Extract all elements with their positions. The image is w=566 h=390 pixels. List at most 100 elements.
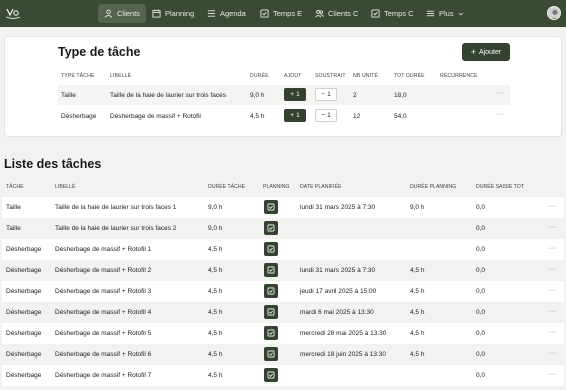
more-options-icon[interactable]: ··· [548,224,557,231]
duree-saisie-cell: 0,0 [476,351,486,358]
tot-duree-cell: 18,0 [394,91,407,99]
tache-cell: Désherbage [6,288,42,295]
date-planifiee-cell: mardi 6 mai 2025 à 13:30 [300,309,374,316]
decrement-value: 1 [327,91,331,98]
plus-icon: + [290,91,295,98]
duree-saisie-cell: 0,0 [476,288,486,295]
planning-icon[interactable] [264,305,278,319]
table-row: Désherbage Désherbage de massif + Rotofil… [2,239,564,260]
duree-planning-cell: 4,5 h [410,267,425,274]
planning-icon[interactable] [264,263,278,277]
tache-cell: Désherbage [6,330,42,337]
libelle-cell: Taille de la haie de laurier sur trois f… [110,91,226,99]
tot-duree-cell: 54,0 [394,112,407,120]
nav-item-planning[interactable]: Planning [146,4,200,23]
header-recurrence: RÉCURRENCE [440,73,478,79]
more-options-icon[interactable]: ··· [548,308,557,315]
planning-icon[interactable] [264,242,278,256]
nb-unite-cell: 2 [353,91,357,99]
header-tot-duree: TOT DURÉE [394,73,425,79]
task-type-card: Type de tâche + Ajouter TYPE TÂCHE LIBEL… [4,36,562,137]
tache-cell: Taille [6,225,21,232]
nav-item-temps-e[interactable]: Temps E [254,4,308,23]
type-cell: Taille [61,91,76,99]
libelle-cell: Désherbage de massif + Rotofil 2 [55,267,152,274]
duree-saisie-cell: 0,0 [476,330,486,337]
more-options-icon[interactable]: ··· [548,371,557,378]
user-icon [104,9,113,18]
duree-saisie-cell: 0,0 [476,246,486,253]
nav-item-label: Agenda [220,9,246,18]
libelle-cell: Désherbage de massif + Rotofil 5 [55,330,152,337]
planning-icon[interactable] [264,221,278,235]
tache-cell: Désherbage [6,372,42,379]
task-list-title: Liste des tâches [4,157,102,171]
increment-value: 1 [296,112,300,119]
table-row: Désherbage Désherbage de massif + Rotofil… [2,302,564,323]
increment-button[interactable]: +1 [284,109,306,122]
duree-saisie-cell: 0,0 [476,267,486,274]
nav-item-plus[interactable]: Plus [420,4,470,23]
nav-item-agenda[interactable]: Agenda [201,4,252,23]
more-options-icon[interactable]: ··· [548,350,557,357]
libelle-cell: Désherbage de massif + Rotofil 7 [55,372,152,379]
table-row: Taille Taille de la haie de laurier sur t… [2,197,564,218]
planning-icon[interactable] [264,200,278,214]
planning-icon[interactable] [264,284,278,298]
duree-tache-cell: 4,5 h [208,351,223,358]
header-soustrait: SOUSTRAIT [315,73,346,79]
date-planifiee-cell: lundi 31 mars 2025 à 7:30 [300,204,376,211]
duree-saisie-cell: 0,0 [476,204,486,211]
minus-icon: − [321,112,326,119]
header-date-planifiee: DATE PLANIFIÉE [300,184,342,190]
duree-cell: 9,0 h [250,91,265,99]
planning-icon[interactable] [264,347,278,361]
nav-item-label: Clients C [328,9,359,18]
table-row: Désherbage Désherbage de massif + Rotofil… [2,365,564,386]
decrement-button[interactable]: −1 [315,109,337,122]
header-type: TYPE TÂCHE [61,73,95,79]
increment-value: 1 [296,91,300,98]
duree-tache-cell: 4,5 h [208,330,223,337]
tache-cell: Désherbage [6,309,42,316]
logo-icon[interactable] [5,6,21,20]
planning-icon[interactable] [264,326,278,340]
more-options-icon[interactable]: ··· [548,245,557,252]
nav-item-clients[interactable]: Clients [98,4,146,23]
tache-cell: Désherbage [6,267,42,274]
duree-tache-cell: 4,5 h [208,288,223,295]
more-options-icon[interactable]: ··· [548,266,557,273]
duree-tache-cell: 4,5 h [208,246,223,253]
nav-item-clients-c[interactable]: Clients C [309,4,364,23]
plus-icon: + [470,47,477,57]
date-planifiee-cell: jeudi 17 avril 2025 à 15:00 [300,288,377,295]
timesheet-icon [260,9,269,18]
header-duree-saisie: DURÉE SAISIE TOT [476,184,524,190]
task-type-row: Désherbage Désherbage de massif + Rotofi… [58,106,510,126]
date-planifiee-cell: mercredi 28 mai 2025 à 13:30 [300,330,387,337]
duree-planning-cell: 9,0 h [410,204,425,211]
duree-saisie-cell: 0,0 [476,225,486,232]
more-options-icon[interactable]: ··· [548,203,557,210]
more-options-icon[interactable]: ··· [548,287,557,294]
add-button[interactable]: + Ajouter [462,43,510,61]
more-options-icon[interactable]: ··· [548,329,557,336]
more-options-icon[interactable]: ··· [496,90,505,97]
increment-button[interactable]: +1 [284,88,306,101]
avatar[interactable] [547,6,561,20]
header-libelle: LIBELLÉ [110,73,132,79]
duree-saisie-cell: 0,0 [476,372,486,379]
header-libelle: LIBELLÉ [55,184,76,190]
timesheet-icon [371,9,380,18]
more-options-icon[interactable]: ··· [496,111,505,118]
decrement-button[interactable]: −1 [315,88,337,101]
nav-item-temps-c[interactable]: Temps C [365,4,420,23]
duree-planning-cell: 4,5 h [410,330,425,337]
top-nav: Clients Planning Agenda Temps E Clients … [0,0,566,27]
tache-cell: Désherbage [6,351,42,358]
decrement-value: 1 [327,112,331,119]
header-duree-planning: DURÉE PLANNING [410,184,457,190]
planning-icon[interactable] [264,368,278,382]
libelle-cell: Désherbage de massif + Rotofil 3 [55,288,152,295]
libelle-cell: Désherbage de massif + Rotofil 6 [55,351,152,358]
